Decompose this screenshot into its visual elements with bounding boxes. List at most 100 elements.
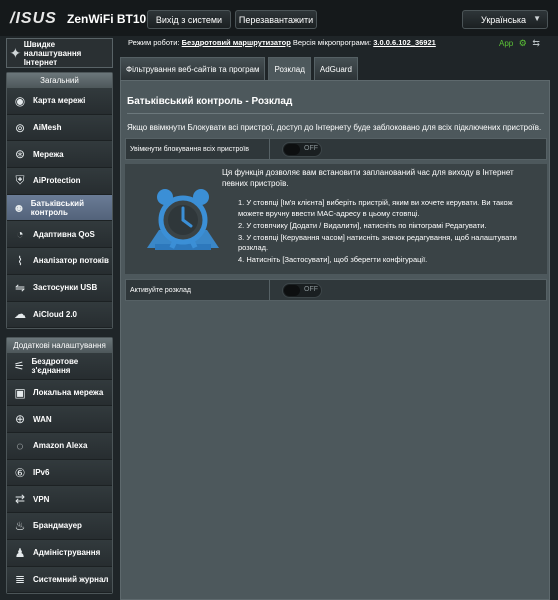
sidebar-item-aimesh[interactable]: ⊚ AiMesh <box>7 114 112 142</box>
network-map-icon: ◉ <box>14 93 26 108</box>
ipv6-icon: ⑥ <box>14 465 26 480</box>
general-menu-title: Загальний <box>7 73 112 88</box>
page-description: Якщо ввімкнути Блокувати всі пристрої, д… <box>127 123 542 132</box>
logout-button[interactable]: Вихід з системи <box>147 10 231 29</box>
quick-setup-icon: ✦ <box>9 44 22 61</box>
usb-icon: ⇋ <box>14 280 26 295</box>
status-line: Режим роботи: Бездротовий маршрутизатор … <box>128 38 436 47</box>
wan-icon: ⊕ <box>14 412 26 427</box>
instruction-step: 2. У стовпчику [Додати / Видалити], нати… <box>238 220 487 230</box>
sidebar-item-lan[interactable]: ▣ Локальна мережа <box>7 379 112 407</box>
sidebar-item-label: Застосунки USB <box>33 283 98 293</box>
enable-schedule-row: Активуйте розклад OFF <box>125 279 547 301</box>
aicloud-icon: ☁ <box>14 307 26 322</box>
sidebar-item-network[interactable]: ⊛ Мережа <box>7 141 112 169</box>
sidebar-item-label: WAN <box>33 414 52 424</box>
sidebar-item-network-map[interactable]: ◉ Карта мережі <box>7 88 112 115</box>
general-menu: Загальний ◉ Карта мережі ⊚ AiMesh ⊛ Мере… <box>6 72 113 330</box>
enable-schedule-toggle[interactable]: OFF <box>282 282 322 298</box>
top-bar: /ISUS ZenWiFi BT10 Вихід з системи Перез… <box>0 0 558 36</box>
sidebar-item-label: Мережа <box>33 149 64 159</box>
block-all-devices-label: Увімкнути блокування всіх пристроїв <box>126 139 270 159</box>
sidebar-item-label: Amazon Alexa <box>33 441 88 451</box>
wireless-icon: ⚟ <box>13 358 25 373</box>
guest-network-icon: ⊛ <box>14 147 26 162</box>
sidebar-item-administration[interactable]: ♟ Адміністрування <box>7 539 112 567</box>
sidebar-item-firewall[interactable]: ♨ Брандмауер <box>7 513 112 540</box>
toggle-state: OFF <box>304 144 318 152</box>
parental-control-icon: ☻ <box>12 200 26 215</box>
sidebar-item-aiprotection[interactable]: ⛨ AiProtection <box>7 168 112 195</box>
administration-icon: ♟ <box>14 545 26 560</box>
sidebar-item-ipv6[interactable]: ⑥ IPv6 <box>7 459 112 487</box>
feature-intro-text: Ця функція дозволяє вам встановити запла… <box>222 168 514 188</box>
sidebar-item-label: Карта мережі <box>33 96 86 106</box>
operation-mode-label: Режим роботи: <box>128 38 180 47</box>
instruction-step: 3. У стовпці [Керування часом] натисніть… <box>238 232 517 253</box>
sidebar-item-alexa[interactable]: ◌ Amazon Alexa <box>7 433 112 460</box>
advanced-menu: Додаткові налаштування ⚟ Бездротове з'єд… <box>6 337 113 595</box>
sidebar-item-label: Батьківський контроль <box>30 198 84 217</box>
system-log-icon: ≣ <box>14 572 26 587</box>
tab-web-app-filter[interactable]: Фільтрування веб-сайтів та програм <box>120 57 266 80</box>
aiprotection-icon: ⛨ <box>15 173 25 188</box>
operation-mode-link[interactable]: Бездротовий маршрутизатор <box>182 38 291 47</box>
instruction-step: 1. У стовпці [Ім'я клієнта] виберіть при… <box>238 198 513 218</box>
status-icons: App ⚙ ⇆ <box>499 38 540 49</box>
alexa-icon: ◌ <box>16 438 24 453</box>
firewall-icon: ♨ <box>14 518 26 533</box>
language-select[interactable]: Українська ▼ <box>462 10 548 29</box>
traffic-analyzer-icon: ⌇ <box>17 253 23 268</box>
page-title: Батьківський контроль - Розклад <box>127 96 293 107</box>
language-value: Українська <box>481 14 527 25</box>
title-divider <box>127 113 544 114</box>
toggle-knob <box>284 284 300 296</box>
sidebar-item-usb-apps[interactable]: ⇋ Застосунки USB <box>7 274 112 302</box>
firmware-label: Версія мікропрограми: <box>292 38 372 47</box>
enable-schedule-label: Активуйте розклад <box>126 280 270 300</box>
sidebar-item-parental-control[interactable]: ☻ Батьківський контроль <box>7 194 112 222</box>
block-all-devices-toggle[interactable]: OFF <box>282 141 322 157</box>
sidebar-item-label: AiCloud 2.0 <box>33 309 78 319</box>
gear-icon[interactable]: ⚙ <box>519 38 527 48</box>
usb-status-icon[interactable]: ⇆ <box>532 38 540 48</box>
qos-icon: ◔ <box>16 227 24 242</box>
feature-info: Ця функція дозволяє вам встановити запла… <box>125 164 547 274</box>
sidebar-item-label: Аналізатор потоків <box>33 256 109 266</box>
model-name: ZenWiFi BT10 <box>67 12 147 26</box>
firmware-version-link[interactable]: 3.0.0.6.102_36921 <box>373 38 436 47</box>
sidebar-item-aicloud[interactable]: ☁ AiCloud 2.0 <box>7 301 112 329</box>
chevron-down-icon: ▼ <box>533 14 541 23</box>
sidebar-item-label: AiMesh <box>33 123 62 133</box>
lan-icon: ▣ <box>14 385 26 400</box>
tab-adguard[interactable]: AdGuard <box>313 57 358 80</box>
instruction-steps: 1. У стовпці [Ім'я клієнта] виберіть при… <box>238 198 538 267</box>
block-all-devices-row: Увімкнути блокування всіх пристроїв OFF <box>125 138 547 160</box>
sidebar-item-traffic-analyzer[interactable]: ⌇ Аналізатор потоків <box>7 248 112 275</box>
sidebar-item-label: Локальна мережа <box>33 388 104 398</box>
main-panel: Батьківський контроль - Розклад Якщо вві… <box>120 80 550 600</box>
sidebar-item-wan[interactable]: ⊕ WAN <box>7 406 112 434</box>
quick-setup-label: Швидке налаштування Інтернет <box>23 39 82 67</box>
sidebar-item-label: Брандмауер <box>33 521 82 531</box>
sidebar-item-label: Адміністрування <box>33 548 101 558</box>
sidebar-item-system-log[interactable]: ≣ Системний журнал <box>7 566 112 594</box>
sidebar-item-label: Адаптивна QoS <box>33 229 95 239</box>
vpn-icon: ⇄ <box>14 492 26 507</box>
instruction-step: 4. Натисніть [Застосувати], щоб зберегти… <box>238 255 428 264</box>
sidebar-item-wireless[interactable]: ⚟ Бездротове з'єднання <box>7 353 112 380</box>
advanced-menu-title: Додаткові налаштування <box>7 338 112 353</box>
toggle-state: OFF <box>304 285 318 293</box>
sidebar-item-adaptive-qos[interactable]: ◔ Адаптивна QoS <box>7 221 112 249</box>
aimesh-icon: ⊚ <box>14 120 26 135</box>
asus-logo: /ISUS <box>10 10 57 27</box>
reboot-button[interactable]: Перезавантажити <box>235 10 317 29</box>
sidebar-item-vpn[interactable]: ⇄ VPN <box>7 486 112 514</box>
sidebar-item-label: AiProtection <box>33 176 81 186</box>
sidebar-item-label: IPv6 <box>33 468 50 478</box>
tab-bar: Фільтрування веб-сайтів та програм Розкл… <box>120 57 361 80</box>
app-link[interactable]: App <box>499 39 513 48</box>
tab-schedule[interactable]: Розклад <box>268 57 311 80</box>
sidebar-item-label: Бездротове з'єднання <box>31 356 79 375</box>
quick-internet-setup[interactable]: ✦ Швидке налаштування Інтернет <box>6 38 113 68</box>
